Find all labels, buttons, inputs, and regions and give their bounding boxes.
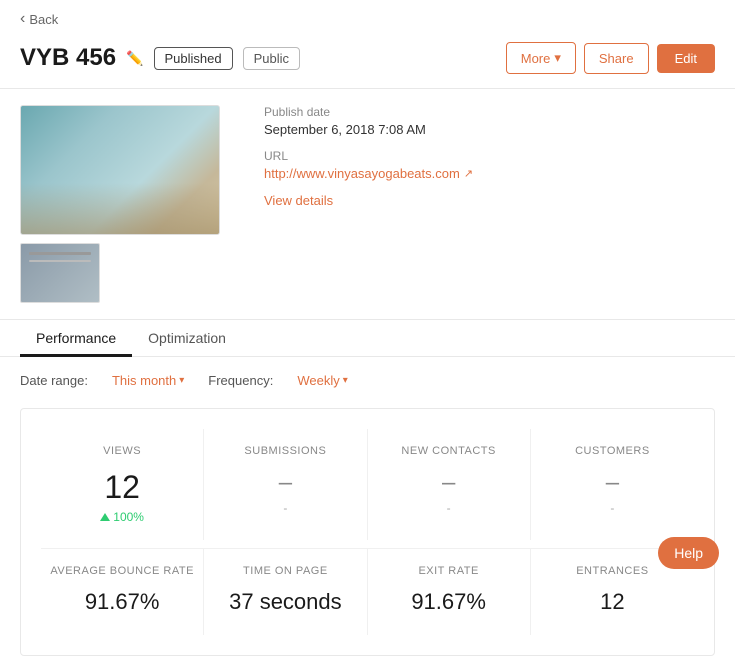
stats-container: VIEWS 12 100% SUBMISSIONS – - NEW CONTAC… xyxy=(20,408,715,656)
stat-customers-label: CUSTOMERS xyxy=(539,445,686,457)
page-preview-thumbnail xyxy=(20,243,100,303)
stat-exit-rate-label: EXIT RATE xyxy=(376,565,522,577)
date-range-label: Date range: xyxy=(20,373,88,388)
date-range-selector[interactable]: This month xyxy=(112,373,184,388)
header-actions: More ▾ Share Edit xyxy=(506,42,715,74)
stat-avg-bounce-value: 91.67% xyxy=(49,589,195,615)
stat-new-contacts-sub: - xyxy=(376,501,522,515)
published-badge[interactable]: Published xyxy=(154,47,233,70)
help-button[interactable]: Help xyxy=(658,537,719,569)
external-link-icon: ↗ xyxy=(464,167,473,180)
stat-time-on-page-value: 37 seconds xyxy=(212,589,358,615)
preview-section xyxy=(20,105,240,303)
tab-performance[interactable]: Performance xyxy=(20,320,132,357)
header-section: VYB 456 ✏️ Published Public More ▾ Share… xyxy=(0,32,735,89)
stat-new-contacts: NEW CONTACTS – - xyxy=(368,429,531,540)
chevron-down-icon: ▾ xyxy=(554,50,561,66)
page-title: VYB 456 xyxy=(20,44,116,72)
stats-bottom-grid: AVERAGE BOUNCE RATE 91.67% TIME ON PAGE … xyxy=(41,549,694,635)
stat-submissions-label: SUBMISSIONS xyxy=(212,445,358,457)
url-label: URL xyxy=(264,149,715,163)
tab-optimization[interactable]: Optimization xyxy=(132,320,242,357)
stat-views-label: VIEWS xyxy=(49,445,195,457)
stat-views: VIEWS 12 100% xyxy=(41,429,204,540)
share-button[interactable]: Share xyxy=(584,43,649,74)
stat-submissions-value: – xyxy=(212,469,358,497)
stat-entrances-value: 12 xyxy=(539,589,686,615)
stat-avg-bounce: AVERAGE BOUNCE RATE 91.67% xyxy=(41,549,204,635)
stat-views-pct: 100% xyxy=(113,510,144,524)
stat-views-value: 12 xyxy=(49,469,195,506)
tab-performance-label: Performance xyxy=(36,330,116,346)
header-left: VYB 456 ✏️ Published Public xyxy=(20,44,300,72)
performance-section: Date range: This month Frequency: Weekly… xyxy=(0,357,735,672)
publish-date-label: Publish date xyxy=(264,105,715,119)
stat-entrances-label: ENTRANCES xyxy=(539,565,686,577)
trend-up-icon xyxy=(100,513,110,521)
meta-section: Publish date September 6, 2018 7:08 AM U… xyxy=(264,105,715,303)
edit-button[interactable]: Edit xyxy=(657,44,715,73)
url-link[interactable]: http://www.vinyasayogabeats.com ↗ xyxy=(264,166,715,181)
view-details-link[interactable]: View details xyxy=(264,193,715,208)
back-link[interactable]: Back xyxy=(20,10,715,28)
back-label: Back xyxy=(29,12,58,27)
stat-new-contacts-value: – xyxy=(376,469,522,497)
stat-customers: CUSTOMERS – - xyxy=(531,429,694,540)
stats-top-grid: VIEWS 12 100% SUBMISSIONS – - NEW CONTAC… xyxy=(41,429,694,540)
page-preview-main xyxy=(20,105,220,235)
more-button[interactable]: More ▾ xyxy=(506,42,576,74)
stat-customers-sub: - xyxy=(539,501,686,515)
tab-optimization-label: Optimization xyxy=(148,330,226,346)
stat-exit-rate-value: 91.67% xyxy=(376,589,522,615)
filter-row: Date range: This month Frequency: Weekly xyxy=(20,373,715,388)
stat-time-on-page-label: TIME ON PAGE xyxy=(212,565,358,577)
stat-submissions: SUBMISSIONS – - xyxy=(204,429,367,540)
stat-submissions-sub: - xyxy=(212,501,358,515)
stat-exit-rate: EXIT RATE 91.67% xyxy=(368,549,531,635)
stat-customers-value: – xyxy=(539,469,686,497)
frequency-label: Frequency: xyxy=(208,373,273,388)
preview-image xyxy=(21,106,219,234)
publish-date-value: September 6, 2018 7:08 AM xyxy=(264,122,715,137)
edit-pencil-icon[interactable]: ✏️ xyxy=(126,50,143,67)
stat-new-contacts-label: NEW CONTACTS xyxy=(376,445,522,457)
content-area: Publish date September 6, 2018 7:08 AM U… xyxy=(0,89,735,320)
back-row: Back xyxy=(0,0,735,32)
stat-time-on-page: TIME ON PAGE 37 seconds xyxy=(204,549,367,635)
stat-views-change: 100% xyxy=(49,510,195,524)
frequency-selector[interactable]: Weekly xyxy=(297,373,347,388)
tabs-bar: Performance Optimization xyxy=(0,320,735,357)
public-badge[interactable]: Public xyxy=(243,47,300,70)
stat-avg-bounce-label: AVERAGE BOUNCE RATE xyxy=(49,565,195,577)
url-text: http://www.vinyasayogabeats.com xyxy=(264,166,460,181)
